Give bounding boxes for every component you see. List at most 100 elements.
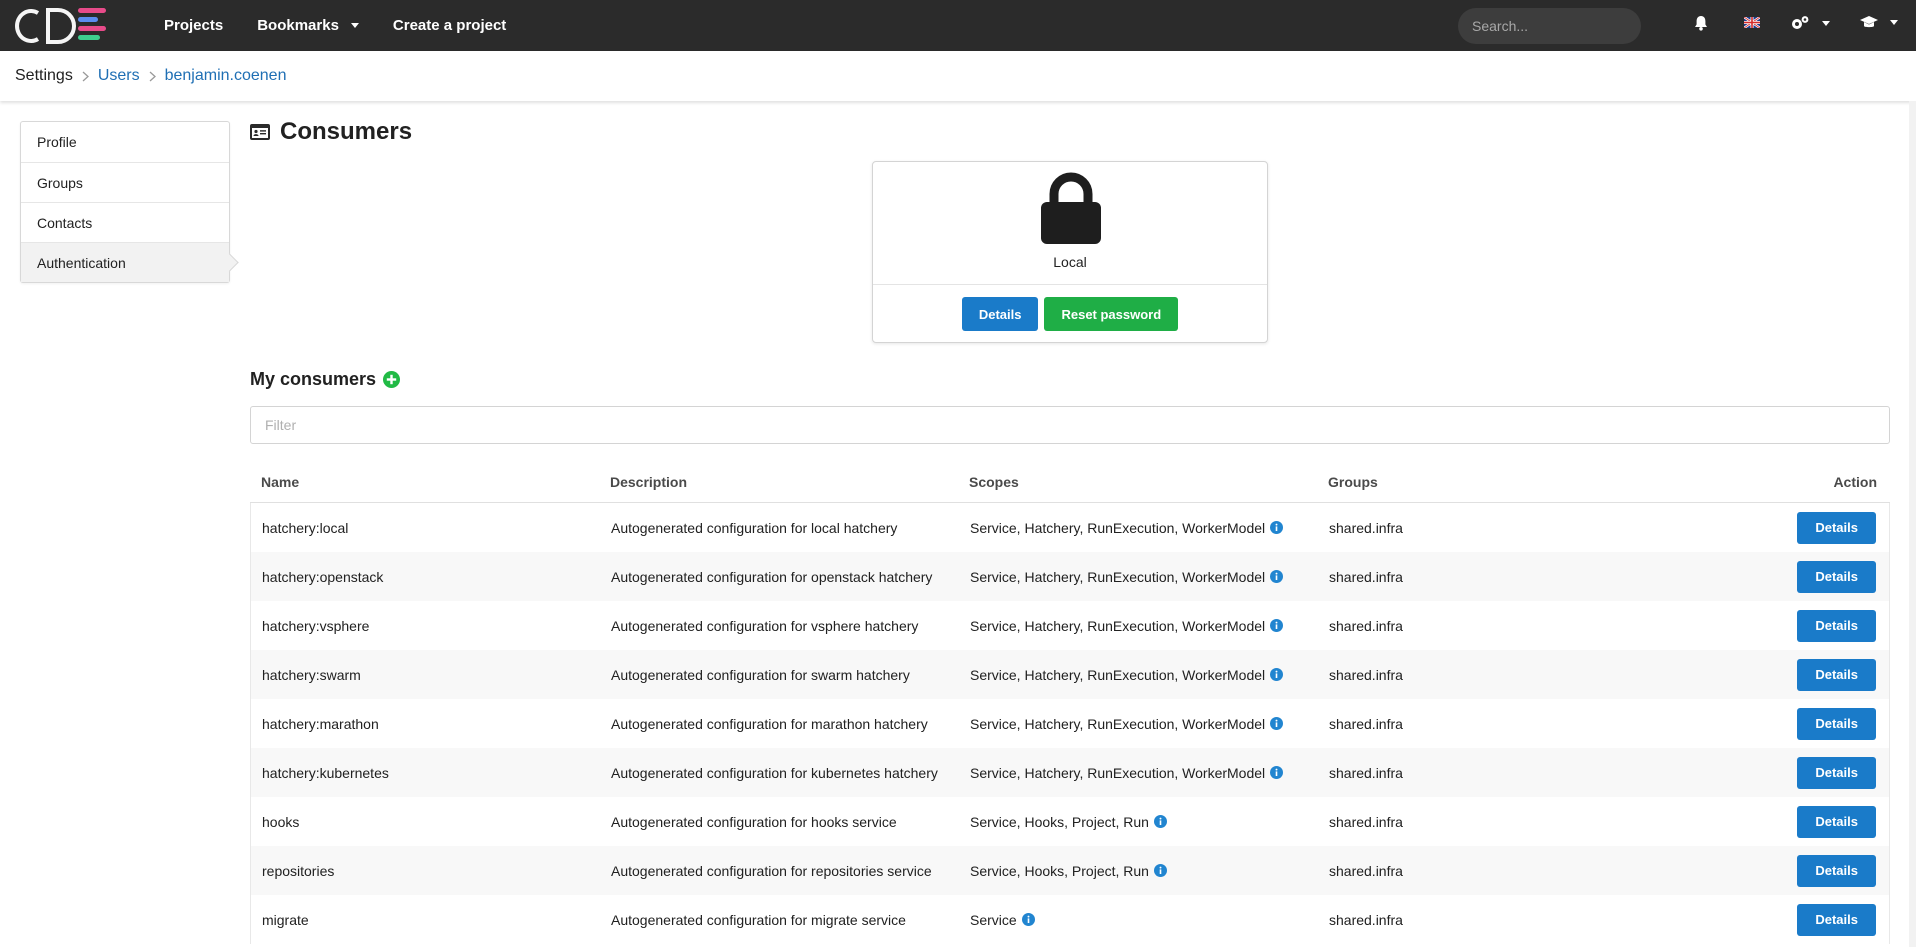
consumer-scopes: Service, Hatchery, RunExecution, WorkerM… bbox=[967, 569, 1326, 585]
auth-card-actions: Details Reset password bbox=[873, 297, 1267, 331]
info-icon[interactable] bbox=[1153, 815, 1167, 828]
sidebar-item-contacts[interactable]: Contacts bbox=[21, 202, 229, 242]
consumer-details-button[interactable]: Details bbox=[1797, 903, 1876, 936]
sidebar-item-authentication[interactable]: Authentication bbox=[21, 242, 229, 282]
consumer-groups: shared.infra bbox=[1329, 862, 1403, 879]
info-icon[interactable] bbox=[1270, 668, 1284, 681]
info-icon[interactable] bbox=[1270, 717, 1284, 730]
sidebar-item-groups[interactable]: Groups bbox=[21, 162, 229, 202]
consumer-description: Autogenerated configuration for vsphere … bbox=[611, 617, 919, 634]
column-header-name: Name bbox=[261, 473, 300, 490]
nav-projects[interactable]: Projects bbox=[164, 17, 223, 34]
consumer-scopes: Service bbox=[967, 912, 1326, 928]
consumer-name: hatchery:openstack bbox=[262, 568, 384, 585]
reset-password-button[interactable]: Reset password bbox=[1044, 297, 1179, 331]
table-row: hatchery:swarm Autogenerated configuratio… bbox=[250, 650, 1890, 699]
uk-flag-icon[interactable] bbox=[1744, 17, 1760, 28]
consumer-description: Autogenerated configuration for reposito… bbox=[611, 862, 932, 879]
consumer-groups: shared.infra bbox=[1329, 519, 1403, 536]
consumer-action-cell: Details bbox=[1686, 903, 1889, 936]
gears-icon bbox=[1792, 16, 1809, 29]
info-icon[interactable] bbox=[1270, 521, 1284, 534]
consumer-details-button[interactable]: Details bbox=[1797, 707, 1876, 740]
consumer-scopes: Service, Hatchery, RunExecution, WorkerM… bbox=[967, 520, 1326, 536]
consumer-details-button[interactable]: Details bbox=[1797, 805, 1876, 838]
graduation-cap-icon bbox=[1860, 16, 1878, 28]
settings-menu[interactable] bbox=[1790, 15, 1830, 31]
settings-sidebar: Profile Groups Contacts Authentication bbox=[20, 121, 230, 283]
consumer-description: Autogenerated configuration for marathon… bbox=[611, 715, 928, 732]
chevron-right-icon bbox=[149, 71, 156, 82]
info-icon[interactable] bbox=[1270, 619, 1284, 632]
nav-bookmarks[interactable]: Bookmarks bbox=[257, 17, 359, 34]
consumer-details-button[interactable]: Details bbox=[1797, 560, 1876, 593]
consumer-scopes-text: Service bbox=[970, 911, 1017, 928]
column-header-scopes: Scopes bbox=[969, 473, 1019, 490]
auth-details-button[interactable]: Details bbox=[961, 297, 1039, 331]
consumer-scopes-text: Service, Hatchery, RunExecution, WorkerM… bbox=[970, 715, 1266, 732]
page-scrollbar[interactable] bbox=[1909, 101, 1916, 947]
consumer-scopes: Service, Hatchery, RunExecution, WorkerM… bbox=[967, 618, 1326, 634]
consumer-action-cell: Details bbox=[1686, 805, 1889, 838]
consumer-details-button[interactable]: Details bbox=[1797, 658, 1876, 691]
consumer-name: repositories bbox=[262, 862, 335, 879]
consumer-scopes-text: Service, Hatchery, RunExecution, WorkerM… bbox=[970, 568, 1266, 585]
consumer-scopes-text: Service, Hatchery, RunExecution, WorkerM… bbox=[970, 519, 1266, 536]
column-header-groups: Groups bbox=[1328, 473, 1378, 490]
info-icon[interactable] bbox=[1021, 913, 1035, 926]
consumer-filter-input[interactable] bbox=[250, 406, 1890, 444]
consumer-action-cell: Details bbox=[1686, 707, 1889, 740]
consumer-name: hatchery:swarm bbox=[262, 666, 361, 683]
info-icon[interactable] bbox=[1270, 570, 1284, 583]
chevron-down-icon bbox=[1890, 19, 1898, 25]
cds-logo[interactable] bbox=[8, 4, 112, 48]
consumer-name: hooks bbox=[262, 813, 300, 830]
local-auth-card: Local Details Reset password bbox=[872, 161, 1268, 343]
table-row: hatchery:marathon Autogenerated configura… bbox=[250, 699, 1890, 748]
consumer-groups: shared.infra bbox=[1329, 568, 1403, 585]
chevron-right-icon bbox=[82, 71, 89, 82]
consumer-details-button[interactable]: Details bbox=[1797, 756, 1876, 789]
top-navbar: Projects Bookmarks Create a project bbox=[0, 0, 1916, 51]
table-row: hatchery:openstack Autogenerated configur… bbox=[250, 552, 1890, 601]
column-header-description: Description bbox=[610, 473, 688, 490]
auth-driver-label: Local bbox=[1053, 254, 1087, 270]
column-header-action: Action bbox=[1833, 473, 1877, 490]
search-box bbox=[1458, 8, 1653, 44]
breadcrumb-username[interactable]: benjamin.coenen bbox=[165, 67, 287, 85]
consumer-scopes: Service, Hatchery, RunExecution, WorkerM… bbox=[967, 716, 1326, 732]
consumer-action-cell: Details bbox=[1686, 511, 1889, 544]
consumer-name: hatchery:marathon bbox=[262, 715, 379, 732]
consumer-description: Autogenerated configuration for hooks se… bbox=[611, 813, 897, 830]
consumers-title: My consumers bbox=[250, 369, 377, 389]
consumer-groups: shared.infra bbox=[1329, 813, 1403, 830]
consumer-groups: shared.infra bbox=[1329, 911, 1403, 928]
consumer-details-button[interactable]: Details bbox=[1797, 511, 1876, 544]
breadcrumb-users[interactable]: Users bbox=[98, 67, 140, 85]
bell-icon[interactable] bbox=[1694, 15, 1708, 31]
consumer-name: hatchery:local bbox=[262, 519, 349, 536]
docs-menu[interactable] bbox=[1860, 15, 1898, 29]
info-icon[interactable] bbox=[1270, 766, 1284, 779]
consumer-scopes-text: Service, Hooks, Project, Run bbox=[970, 813, 1149, 830]
consumer-name: migrate bbox=[262, 911, 309, 928]
consumer-details-button[interactable]: Details bbox=[1797, 609, 1876, 642]
table-row: hatchery:kubernetes Autogenerated configu… bbox=[250, 748, 1890, 797]
table-row: migrate Autogenerated configuration for m… bbox=[250, 895, 1890, 944]
consumer-details-button[interactable]: Details bbox=[1797, 854, 1876, 887]
add-consumer-icon[interactable] bbox=[383, 371, 401, 388]
info-icon[interactable] bbox=[1153, 864, 1167, 877]
nav-create-project[interactable]: Create a project bbox=[393, 17, 506, 34]
consumer-action-cell: Details bbox=[1686, 560, 1889, 593]
consumer-scopes-text: Service, Hooks, Project, Run bbox=[970, 862, 1149, 879]
page-header: Consumers bbox=[250, 118, 412, 146]
consumer-scopes-text: Service, Hatchery, RunExecution, WorkerM… bbox=[970, 764, 1266, 781]
table-row: hooks Autogenerated configuration for hoo… bbox=[250, 797, 1890, 846]
sidebar-item-profile[interactable]: Profile bbox=[21, 122, 229, 162]
search-input[interactable] bbox=[1472, 18, 1653, 34]
consumer-description: Autogenerated configuration for swarm ha… bbox=[611, 666, 910, 683]
consumer-scopes-text: Service, Hatchery, RunExecution, WorkerM… bbox=[970, 617, 1266, 634]
consumer-groups: shared.infra bbox=[1329, 764, 1403, 781]
card-divider bbox=[873, 284, 1267, 285]
main-nav: Projects Bookmarks Create a project bbox=[164, 0, 540, 51]
